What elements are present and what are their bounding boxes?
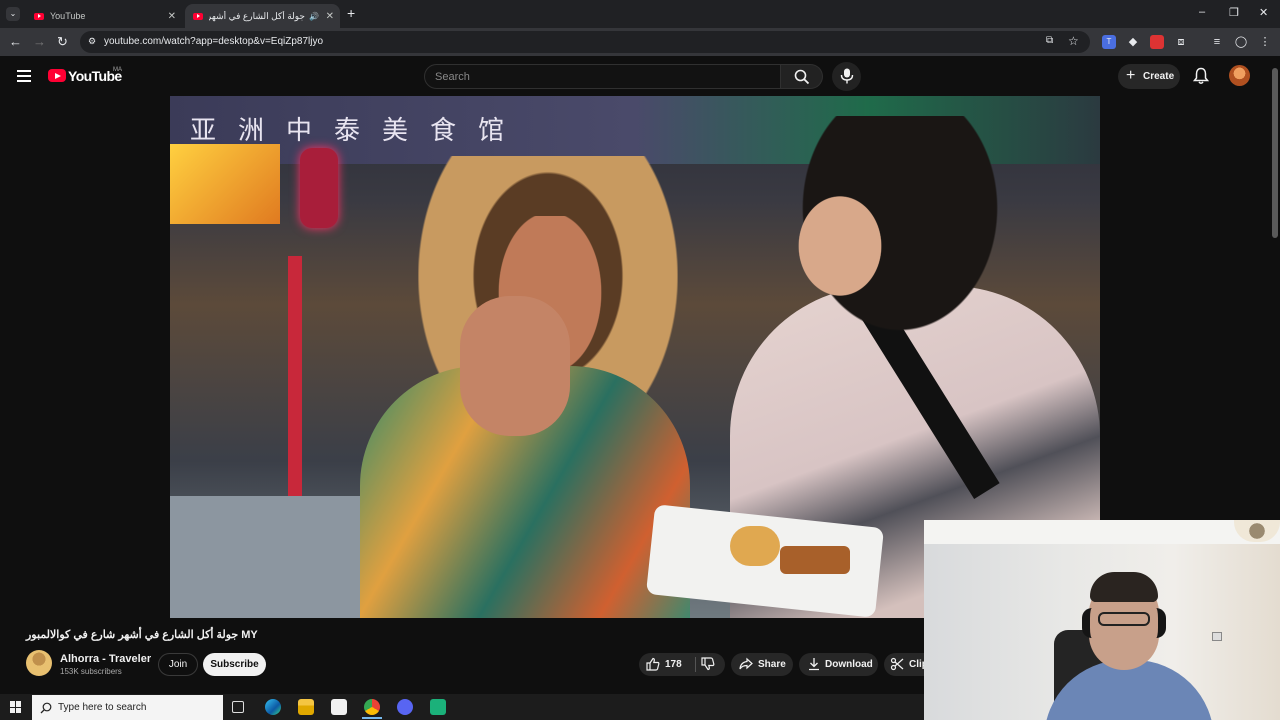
- like-button[interactable]: 178: [639, 653, 693, 676]
- translate-extension-icon[interactable]: T: [1102, 35, 1116, 49]
- taskbar-search-placeholder: Type here to search: [58, 702, 147, 713]
- create-button[interactable]: + Create: [1118, 64, 1180, 89]
- clip-button[interactable]: Clip: [884, 653, 928, 676]
- file-explorer-icon[interactable]: [298, 699, 314, 715]
- url-text[interactable]: youtube.com/watch?app=desktop&v=EqiZp87l…: [104, 36, 323, 47]
- search-icon: [40, 702, 52, 714]
- video-sign-text: 亚洲中泰美食馆: [190, 116, 527, 146]
- mic-icon: [840, 68, 854, 84]
- subscribe-button[interactable]: Subscribe: [203, 653, 266, 676]
- thumbs-up-icon: [646, 657, 660, 671]
- download-icon: [809, 658, 819, 671]
- youtube-logo-icon[interactable]: [48, 69, 66, 82]
- scissors-icon: [890, 657, 904, 671]
- close-window-button[interactable]: ✕: [1259, 6, 1268, 19]
- video-neon-sign: [170, 144, 280, 224]
- browser-tab-strip: ⌄ YouTube ✕ جولة أكل الشارع في أشهر شا 🔊…: [0, 0, 1280, 28]
- media-control-icon[interactable]: ≡: [1210, 35, 1224, 49]
- profile-icon[interactable]: ◯: [1234, 35, 1248, 49]
- subscriber-count: 153K subscribers: [60, 667, 122, 676]
- tab-video[interactable]: جولة أكل الشارع في أشهر شا 🔊 ✕: [185, 4, 340, 28]
- site-info-icon[interactable]: ⚙: [88, 36, 96, 47]
- tab-title: YouTube: [50, 11, 86, 21]
- extension-diamond-icon[interactable]: ◆: [1126, 35, 1140, 49]
- video-food: [730, 526, 780, 566]
- webcam-ceiling: [924, 520, 1280, 544]
- new-tab-button[interactable]: +: [347, 5, 355, 21]
- tab-search-button[interactable]: ⌄: [6, 7, 20, 21]
- windows-start-icon[interactable]: [10, 701, 22, 713]
- video-person-right-face: [790, 186, 890, 306]
- bookmark-star-icon[interactable]: ☆: [1068, 34, 1079, 48]
- active-app-indicator: [362, 717, 382, 719]
- webcam-person-hair: [1090, 572, 1158, 602]
- scrollbar-thumb[interactable]: [1272, 68, 1278, 238]
- download-label: Download: [825, 659, 873, 670]
- restore-button[interactable]: ❐: [1229, 6, 1239, 19]
- join-button[interactable]: Join: [158, 653, 198, 676]
- extension-red-icon[interactable]: [1150, 35, 1164, 49]
- edge-browser-icon[interactable]: [265, 699, 281, 715]
- tab-youtube[interactable]: YouTube ✕: [26, 4, 182, 28]
- search-placeholder: Search: [435, 71, 470, 83]
- youtube-header: YouTube MA Search + Create: [0, 56, 1270, 96]
- task-view-icon[interactable]: [232, 701, 244, 713]
- search-input[interactable]: Search: [424, 64, 781, 89]
- search-icon: [794, 69, 810, 85]
- chrome-menu-icon[interactable]: ⋮: [1258, 35, 1272, 49]
- install-app-icon[interactable]: ⧉: [1046, 35, 1053, 46]
- video-title: جولة أكل الشارع في أشهر شارع في كوالالمب…: [26, 629, 258, 641]
- search-button[interactable]: [781, 64, 823, 89]
- minimize-button[interactable]: –: [1199, 6, 1205, 18]
- webcam-wall-outlet: [1212, 632, 1222, 641]
- back-arrow-icon[interactable]: ←: [9, 34, 22, 49]
- close-tab-icon[interactable]: ✕: [326, 11, 334, 22]
- chrome-browser-icon[interactable]: [364, 699, 380, 715]
- like-count: 178: [665, 659, 682, 670]
- webcam-glasses: [1098, 612, 1150, 626]
- video-hand: [460, 296, 570, 436]
- like-dislike-group: 178: [639, 653, 725, 676]
- taskbar-search-input[interactable]: Type here to search: [32, 695, 223, 720]
- country-code: MA: [113, 67, 122, 73]
- address-toolbar: ← → ↻ ⚙ youtube.com/watch?app=desktop&v=…: [0, 28, 1280, 56]
- youtube-favicon-icon: [193, 12, 203, 20]
- user-avatar[interactable]: [1229, 65, 1250, 86]
- extensions-puzzle-icon[interactable]: ⧈: [1174, 35, 1188, 49]
- plus-icon: +: [1126, 67, 1136, 84]
- share-label: Share: [758, 659, 786, 670]
- omnibox[interactable]: ⚙ youtube.com/watch?app=desktop&v=EqiZp8…: [80, 31, 1090, 53]
- tab-title: جولة أكل الشارع في أشهر شا: [209, 10, 305, 21]
- video-neon-sign: [300, 148, 338, 228]
- download-button[interactable]: Download: [799, 653, 878, 676]
- forward-arrow-icon[interactable]: →: [33, 34, 46, 49]
- video-red-pole: [288, 256, 302, 516]
- voice-search-button[interactable]: [832, 62, 861, 91]
- windows-taskbar: Type here to search: [0, 694, 924, 720]
- close-tab-icon[interactable]: ✕: [168, 11, 176, 22]
- discord-icon[interactable]: [397, 699, 413, 715]
- thumbs-down-icon: [701, 657, 715, 671]
- share-icon: [739, 657, 753, 670]
- channel-name[interactable]: Alhorra - Traveler: [60, 653, 151, 665]
- webcam-overlay: [924, 520, 1280, 720]
- hamburger-menu-icon[interactable]: [17, 70, 31, 82]
- video-food: [780, 546, 850, 574]
- reload-icon[interactable]: ↻: [57, 34, 68, 50]
- app-green-icon[interactable]: [430, 699, 446, 715]
- youtube-favicon-icon: [34, 12, 44, 20]
- speaker-icon[interactable]: 🔊: [309, 12, 319, 21]
- create-label: Create: [1143, 71, 1175, 82]
- dislike-button[interactable]: [696, 653, 725, 676]
- store-icon[interactable]: [331, 699, 347, 715]
- share-button[interactable]: Share: [731, 653, 793, 676]
- channel-avatar[interactable]: [26, 650, 52, 676]
- bell-icon[interactable]: [1193, 67, 1209, 85]
